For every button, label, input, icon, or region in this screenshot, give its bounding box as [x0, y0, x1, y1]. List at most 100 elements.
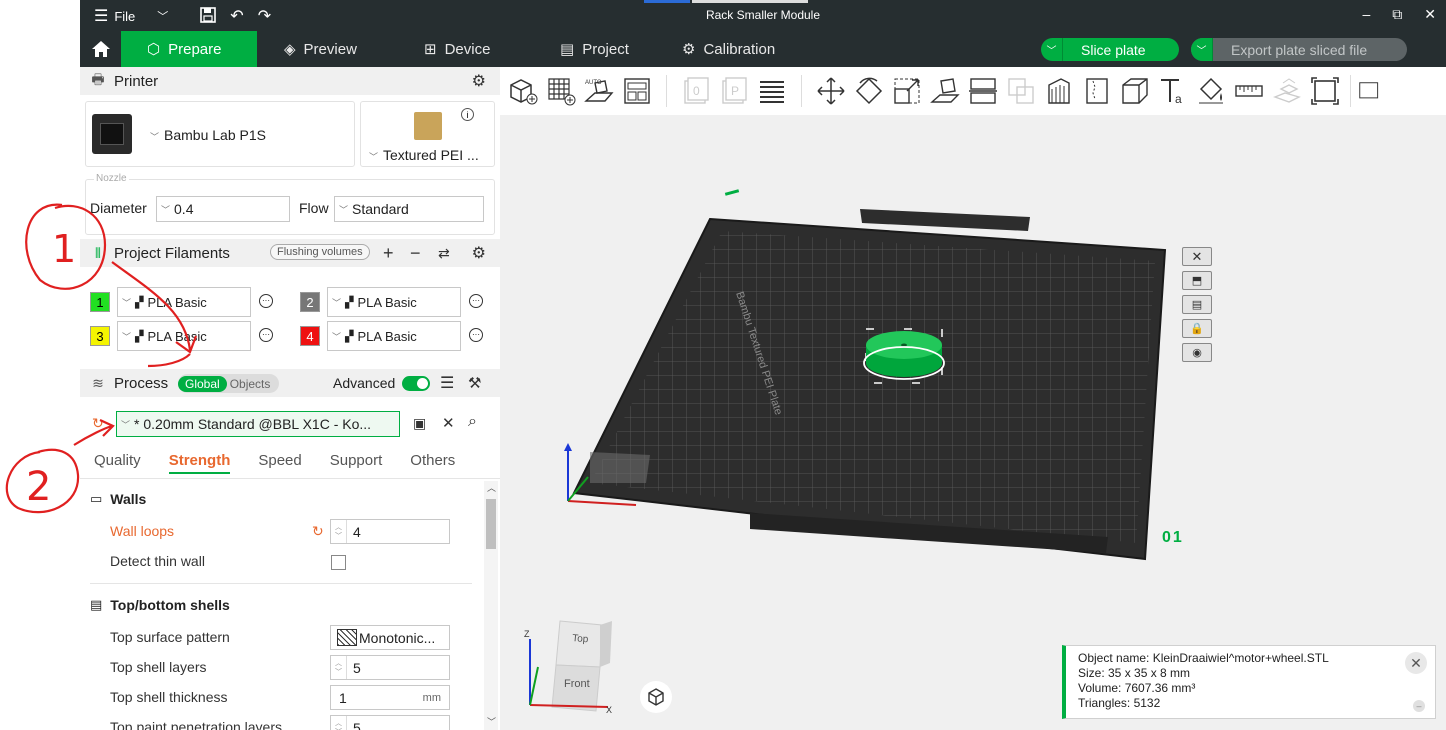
reset-process-icon[interactable]: ↻ — [92, 415, 104, 432]
filament-3-select[interactable]: ﹀ ▞ PLA Basic — [117, 321, 251, 351]
tab-calibration[interactable]: ⚙ Calibration — [682, 31, 775, 67]
home-icon[interactable] — [90, 38, 112, 65]
filament-4-swatch[interactable]: 4 — [300, 326, 320, 346]
measure-icon[interactable] — [1230, 72, 1268, 110]
slice-plate-button[interactable]: ﹀ Slice plate — [1041, 38, 1179, 61]
save-preset-icon[interactable]: ▣ — [413, 415, 426, 432]
compare-list-icon[interactable]: ☰ — [440, 373, 454, 393]
cube-box-icon[interactable] — [1116, 72, 1154, 110]
filament-4-more-icon[interactable]: ··· — [469, 328, 483, 342]
flow-select[interactable]: ﹀ Standard — [334, 196, 484, 222]
delete-plate-icon[interactable]: ✕ — [1182, 247, 1212, 266]
printer-selector[interactable]: ﹀ Bambu Lab P1S — [85, 101, 355, 167]
scale-icon[interactable] — [888, 72, 926, 110]
wand-icon[interactable]: ⚒ — [468, 374, 481, 392]
orient-plate-icon[interactable]: ⬒ — [1182, 271, 1212, 290]
scroll-up-icon[interactable]: ︿ — [487, 481, 496, 494]
scrollbar-thumb[interactable] — [486, 499, 496, 549]
process-preset-select[interactable]: ﹀ * 0.20mm Standard @BBL X1C - Ko... — [116, 411, 400, 437]
filament-settings-gear-icon[interactable]: ⚙ — [472, 243, 486, 263]
filament-1-more-icon[interactable]: ··· — [259, 294, 273, 308]
viewport-3d[interactable]: AUTO 0 P a Bambu Textured PEI Plate ✕ ⬒ … — [500, 67, 1446, 730]
build-plate[interactable]: Bambu Textured PEI Plate — [560, 207, 1200, 577]
add-plate-icon[interactable] — [542, 72, 580, 110]
spinner-arrows-icon[interactable]: ︿﹀ — [331, 520, 347, 543]
add-filament-icon[interactable]: + — [383, 243, 394, 264]
top-paint-spinner[interactable]: ︿﹀ 5 — [330, 715, 450, 730]
wall-loops-spinner[interactable]: ︿ ﹀ 4 — [330, 519, 450, 544]
tab-prepare[interactable]: ⬡ Prepare — [121, 31, 257, 67]
tab-speed[interactable]: Speed — [258, 452, 301, 474]
diameter-select[interactable]: ﹀ 0.4 — [156, 196, 290, 222]
tab-project[interactable]: ▤ Project — [560, 31, 629, 67]
plate-p-icon[interactable]: P — [715, 72, 753, 110]
search-icon[interactable]: ⌕ — [468, 413, 477, 431]
seam-paint-icon[interactable] — [1078, 72, 1116, 110]
maximize-icon[interactable]: ⧉ — [1392, 6, 1402, 23]
plate-info-icon[interactable]: i — [461, 108, 474, 121]
collapse-info-icon[interactable]: – — [1413, 700, 1425, 712]
plate-settings-icon[interactable]: ◉ — [1182, 343, 1212, 362]
boolean-icon[interactable] — [1002, 72, 1040, 110]
view-cube[interactable]: Top Front Z X — [520, 615, 615, 715]
add-object-icon[interactable] — [504, 72, 542, 110]
plate-0-icon[interactable]: 0 — [677, 72, 715, 110]
close-info-icon[interactable]: ✕ — [1405, 652, 1427, 674]
top-layers-spinner[interactable]: ︿ ﹀ 5 — [330, 655, 450, 680]
filament-3-more-icon[interactable]: ··· — [259, 328, 273, 342]
clear-preset-icon[interactable]: ✕ — [442, 414, 455, 432]
fullscreen-icon[interactable] — [1306, 72, 1344, 110]
top-pattern-select[interactable]: Monotonic... — [330, 625, 450, 650]
top-thickness-field[interactable]: 1 mm — [330, 685, 450, 710]
tab-others[interactable]: Others — [410, 452, 455, 474]
cut-icon[interactable] — [964, 72, 1002, 110]
assembly-icon[interactable] — [1268, 72, 1306, 110]
filament-2-select[interactable]: ﹀ ▞ PLA Basic — [327, 287, 461, 317]
global-objects-toggle[interactable]: Global Objects — [178, 374, 279, 393]
model-object[interactable] — [860, 323, 950, 387]
auto-orient-icon[interactable]: AUTO — [580, 72, 618, 110]
move-icon[interactable] — [812, 72, 850, 110]
export-plate-button[interactable]: ﹀ Export plate sliced file — [1191, 38, 1407, 61]
settings-scrollbar[interactable]: ︿ ﹀ — [484, 481, 498, 730]
export-chevron-icon[interactable]: ﹀ — [1191, 38, 1213, 61]
minimize-icon[interactable]: – — [1362, 6, 1370, 23]
reset-view-icon[interactable] — [640, 681, 672, 713]
text-tool-icon[interactable]: a — [1154, 72, 1192, 110]
spinner-arrows-icon[interactable]: ︿﹀ — [331, 716, 347, 730]
tab-device[interactable]: ⊞ Device — [424, 31, 490, 67]
global-toggle-option[interactable]: Global — [178, 375, 227, 392]
plate-selector[interactable]: i ﹀ Textured PEI ... — [360, 101, 495, 167]
spinner-arrows-icon[interactable]: ︿﹀ — [331, 656, 347, 679]
arrange-icon[interactable] — [618, 72, 656, 110]
reset-wall-loops-icon[interactable]: ↻ — [312, 523, 324, 540]
support-paint-icon[interactable] — [1040, 72, 1078, 110]
close-icon[interactable]: ✕ — [1424, 6, 1436, 23]
lay-on-face-icon[interactable] — [926, 72, 964, 110]
filament-3-swatch[interactable]: 3 — [90, 326, 110, 346]
filament-2-swatch[interactable]: 2 — [300, 292, 320, 312]
sync-filament-icon[interactable]: ⇄ — [438, 245, 450, 262]
color-paint-icon[interactable] — [1192, 72, 1230, 110]
filament-2-more-icon[interactable]: ··· — [469, 294, 483, 308]
tab-preview[interactable]: ◈ Preview — [284, 31, 357, 67]
advanced-switch[interactable] — [402, 376, 430, 391]
rotate-icon[interactable] — [850, 72, 888, 110]
slice-chevron-icon[interactable]: ﹀ — [1041, 38, 1063, 61]
layers-list-icon[interactable] — [753, 72, 791, 110]
tab-strength[interactable]: Strength — [168, 452, 231, 474]
lock-plate-icon[interactable]: 🔒 — [1182, 319, 1212, 338]
tab-support[interactable]: Support — [330, 452, 383, 474]
flushing-volumes-button[interactable]: Flushing volumes — [270, 244, 370, 260]
remove-filament-icon[interactable]: − — [410, 243, 421, 264]
tab-quality[interactable]: Quality — [94, 452, 141, 474]
arrange-plate-icon[interactable]: ▤ — [1182, 295, 1212, 314]
toolbar-more-icon[interactable] — [1357, 72, 1379, 110]
filament-1-select[interactable]: ﹀ ▞ PLA Basic — [117, 287, 251, 317]
filament-4-select[interactable]: ﹀ ▞ PLA Basic — [327, 321, 461, 351]
printer-settings-gear-icon[interactable]: ⚙ — [472, 71, 486, 91]
scroll-down-icon[interactable]: ﹀ — [487, 715, 496, 728]
detect-thin-wall-checkbox[interactable] — [331, 555, 346, 570]
objects-toggle-option[interactable]: Objects — [227, 377, 271, 391]
filament-1-swatch[interactable]: 1 — [90, 292, 110, 312]
